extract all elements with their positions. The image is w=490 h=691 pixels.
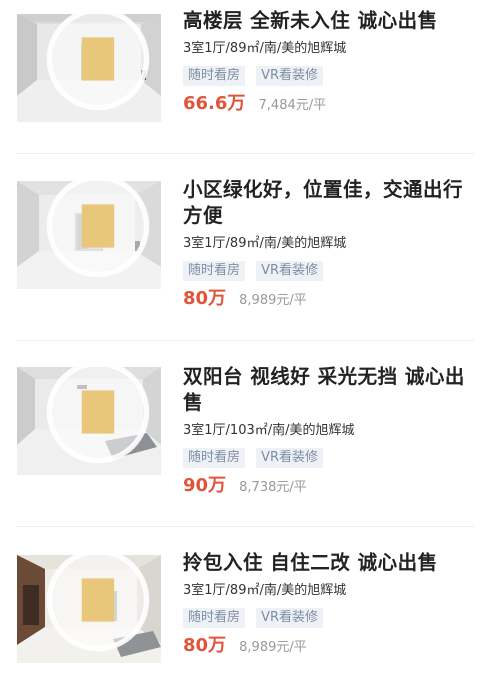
- listing-tags: 随时看房 VR看装修: [183, 446, 473, 468]
- unit-price: 8,989元/平: [239, 640, 307, 655]
- price-row: 80万 8,989元/平: [183, 287, 473, 313]
- listing-title[interactable]: 小区绿化好，位置佳，交通出行方便: [183, 177, 473, 229]
- listing-tags: 随时看房 VR看装修: [183, 64, 473, 86]
- total-price: 80万: [183, 635, 227, 656]
- listing-info: 拎包入住 自住二改 诚心出售 3室1厅/89㎡/南/美的旭辉城 随时看房 VR看…: [183, 550, 473, 660]
- tag-vr-decoration: VR看装修: [256, 448, 324, 468]
- total-price: 66.6万: [183, 93, 246, 114]
- listing-title[interactable]: 拎包入住 自住二改 诚心出售: [183, 550, 473, 576]
- listing-info: 双阳台 视线好 采光无挡 诚心出售 3室1厅/103㎡/南/美的旭辉城 随时看房…: [183, 364, 473, 500]
- vr-360-badge-icon: [46, 555, 150, 652]
- listing-photo[interactable]: [17, 181, 161, 289]
- tag-viewing-anytime: 随时看房: [183, 608, 246, 628]
- listing-photo[interactable]: [17, 14, 161, 122]
- listing-title[interactable]: 高楼层 全新未入住 诚心出售: [183, 8, 473, 34]
- unit-price: 8,738元/平: [239, 480, 307, 495]
- listing-meta: 3室1厅/89㎡/南/美的旭辉城: [183, 236, 347, 251]
- listing-title[interactable]: 双阳台 视线好 采光无挡 诚心出售: [183, 364, 473, 416]
- tag-vr-decoration: VR看装修: [256, 66, 324, 86]
- vr-360-badge-icon: [46, 367, 150, 464]
- listing-photo[interactable]: [17, 555, 161, 663]
- listing-tags: 随时看房 VR看装修: [183, 606, 473, 628]
- listing-divider: [16, 340, 474, 341]
- listing-meta: 3室1厅/89㎡/南/美的旭辉城: [183, 41, 347, 56]
- total-price: 90万: [183, 475, 227, 496]
- price-row: 80万 8,989元/平: [183, 634, 473, 660]
- listing-info: 小区绿化好，位置佳，交通出行方便 3室1厅/89㎡/南/美的旭辉城 随时看房 V…: [183, 177, 473, 313]
- vr-360-badge-icon: [46, 181, 150, 278]
- tag-viewing-anytime: 随时看房: [183, 66, 246, 86]
- tag-vr-decoration: VR看装修: [256, 261, 324, 281]
- unit-price: 7,484元/平: [258, 98, 327, 113]
- listing-photo[interactable]: [17, 367, 161, 475]
- listing-info: 高楼层 全新未入住 诚心出售 3室1厅/89㎡/南/美的旭辉城 随时看房 VR看…: [183, 8, 473, 118]
- tag-viewing-anytime: 随时看房: [183, 261, 246, 281]
- listing-meta: 3室1厅/89㎡/南/美的旭辉城: [183, 583, 347, 598]
- listing-tags: 随时看房 VR看装修: [183, 259, 473, 281]
- unit-price: 8,989元/平: [239, 293, 307, 308]
- tag-vr-decoration: VR看装修: [256, 608, 324, 628]
- listing-divider: [16, 526, 474, 527]
- listing-divider: [16, 153, 474, 154]
- listing-feed: 高楼层 全新未入住 诚心出售 3室1厅/89㎡/南/美的旭辉城 随时看房 VR看…: [0, 0, 490, 691]
- vr-360-badge-icon: [46, 14, 150, 111]
- total-price: 80万: [183, 288, 227, 309]
- price-row: 90万 8,738元/平: [183, 474, 473, 500]
- price-row: 66.6万 7,484元/平: [183, 92, 473, 118]
- tag-viewing-anytime: 随时看房: [183, 448, 246, 468]
- listing-meta: 3室1厅/103㎡/南/美的旭辉城: [183, 423, 355, 438]
